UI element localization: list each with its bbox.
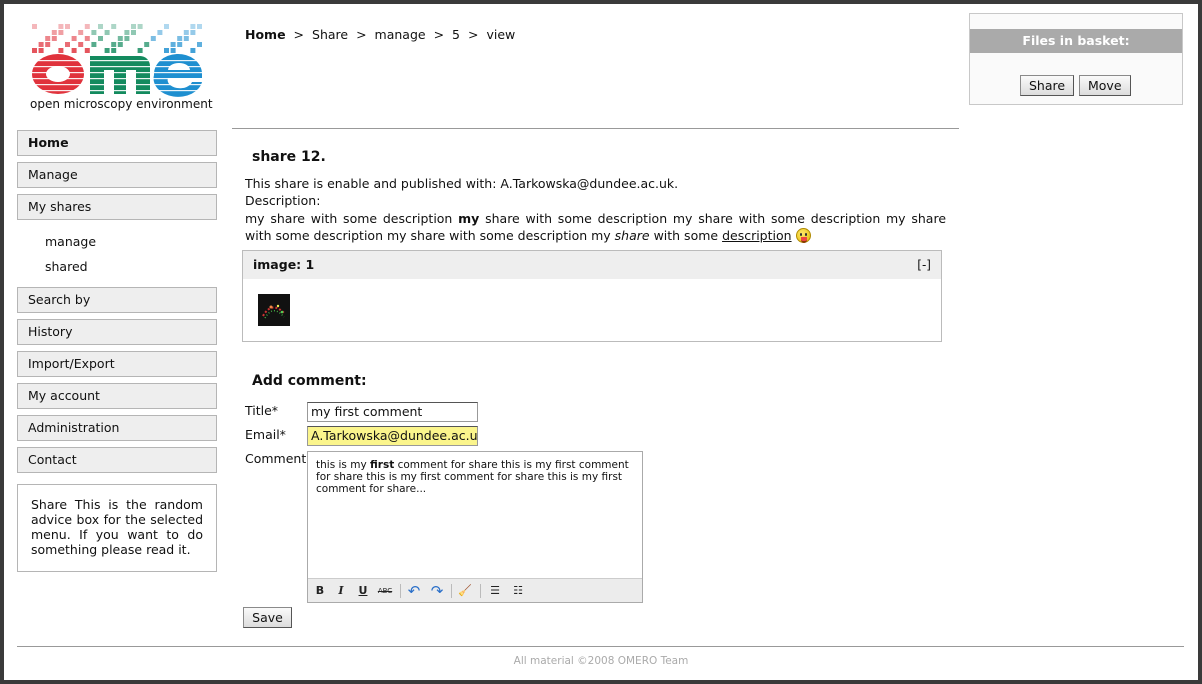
nav-home[interactable]: Home [17,130,217,156]
toolbar-separator [400,584,401,598]
breadcrumb-separator: > [356,27,367,42]
breadcrumb-separator: > [467,27,479,42]
numbered-list-icon[interactable]: ☷ [509,583,527,599]
bullet-list-icon[interactable]: ☰ [486,583,504,599]
footer-divider [17,646,1184,647]
comment-title-input[interactable]: my first comment [307,402,478,422]
images-panel-header: image: 1 [-] [243,251,941,279]
basket-panel: Files in basket: Share Move [969,13,1183,105]
breadcrumb: Home > Share > manage > 5 > view [245,27,515,42]
comment-label: Comment [245,451,307,466]
description-bold: my [458,211,480,226]
toolbar-separator [451,584,452,598]
toolbar-separator [480,584,481,598]
save-button[interactable]: Save [243,607,292,628]
share-published-text: This share is enable and published with:… [245,176,679,191]
breadcrumb-view: view [486,27,516,42]
divider [232,128,959,129]
advice-box: Share This is the random advice box for … [17,484,217,572]
images-panel-title: image: 1 [253,257,315,272]
nav-history[interactable]: History [17,319,217,345]
nav-import-export[interactable]: Import/Export [17,351,217,377]
breadcrumb-id[interactable]: 5 [452,27,460,42]
comment-bold: first [370,459,395,471]
nav-manage[interactable]: Manage [17,162,217,188]
collapse-toggle[interactable]: [-] [917,251,931,279]
basket-title: Files in basket: [970,29,1182,53]
nav-my-shares[interactable]: My shares [17,194,217,220]
redo-icon[interactable]: ↷ [428,583,446,599]
nav-sub-shared[interactable]: shared [45,259,88,274]
description-text: my share with some description [245,211,459,226]
images-panel: image: 1 [-] [242,250,942,342]
share-description: my share with some description my share … [245,210,946,244]
description-underline: description [722,228,792,243]
description-text: with some [649,228,723,243]
logo-tagline: open microscopy environment [30,97,213,111]
italic-icon[interactable]: I [332,583,350,599]
breadcrumb-separator: > [433,27,445,42]
smiley-tongue-icon [795,228,811,243]
email-label: Email* [245,427,286,442]
comment-editor-text[interactable]: this is my first comment for share this … [308,452,642,502]
title-label: Title* [245,403,279,418]
cleanup-brush-icon[interactable]: 🧹 [456,583,474,599]
page: open microscopy environment Home > Share… [4,4,1198,680]
comment-text: this is my [316,459,371,471]
footer-copyright: All material ©2008 OMERO Team [513,655,689,667]
breadcrumb-home[interactable]: Home [245,27,286,42]
comment-editor[interactable]: this is my first comment for share this … [307,451,643,603]
undo-icon[interactable]: ↶ [405,583,423,599]
basket-share-button[interactable]: Share [1020,75,1075,96]
nav-search-by[interactable]: Search by [17,287,217,313]
nav-administration[interactable]: Administration [17,415,217,441]
bold-icon[interactable]: B [311,583,329,599]
editor-toolbar: B I U ABC ↶ ↷ 🧹 ☰ ☷ [308,578,642,602]
description-label: Description: [245,193,321,208]
add-comment-title: Add comment: [252,373,367,389]
ome-logo-graphic [28,24,208,97]
breadcrumb-separator: > [293,27,305,42]
basket-move-button[interactable]: Move [1079,75,1131,96]
breadcrumb-share[interactable]: Share [312,27,348,42]
nav-contact[interactable]: Contact [17,447,217,473]
share-title: share 12. [252,149,326,165]
image-thumbnail[interactable] [258,294,290,326]
nav-my-account[interactable]: My account [17,383,217,409]
underline-icon[interactable]: U [354,583,372,599]
email-field[interactable]: A.Tarkowska@dundee.ac.u [307,426,478,446]
strikethrough-icon[interactable]: ABC [376,583,394,599]
breadcrumb-manage[interactable]: manage [375,27,426,42]
ome-logo[interactable]: open microscopy environment [28,18,218,116]
nav-sub-manage[interactable]: manage [45,234,96,249]
description-italic: share [614,228,650,243]
